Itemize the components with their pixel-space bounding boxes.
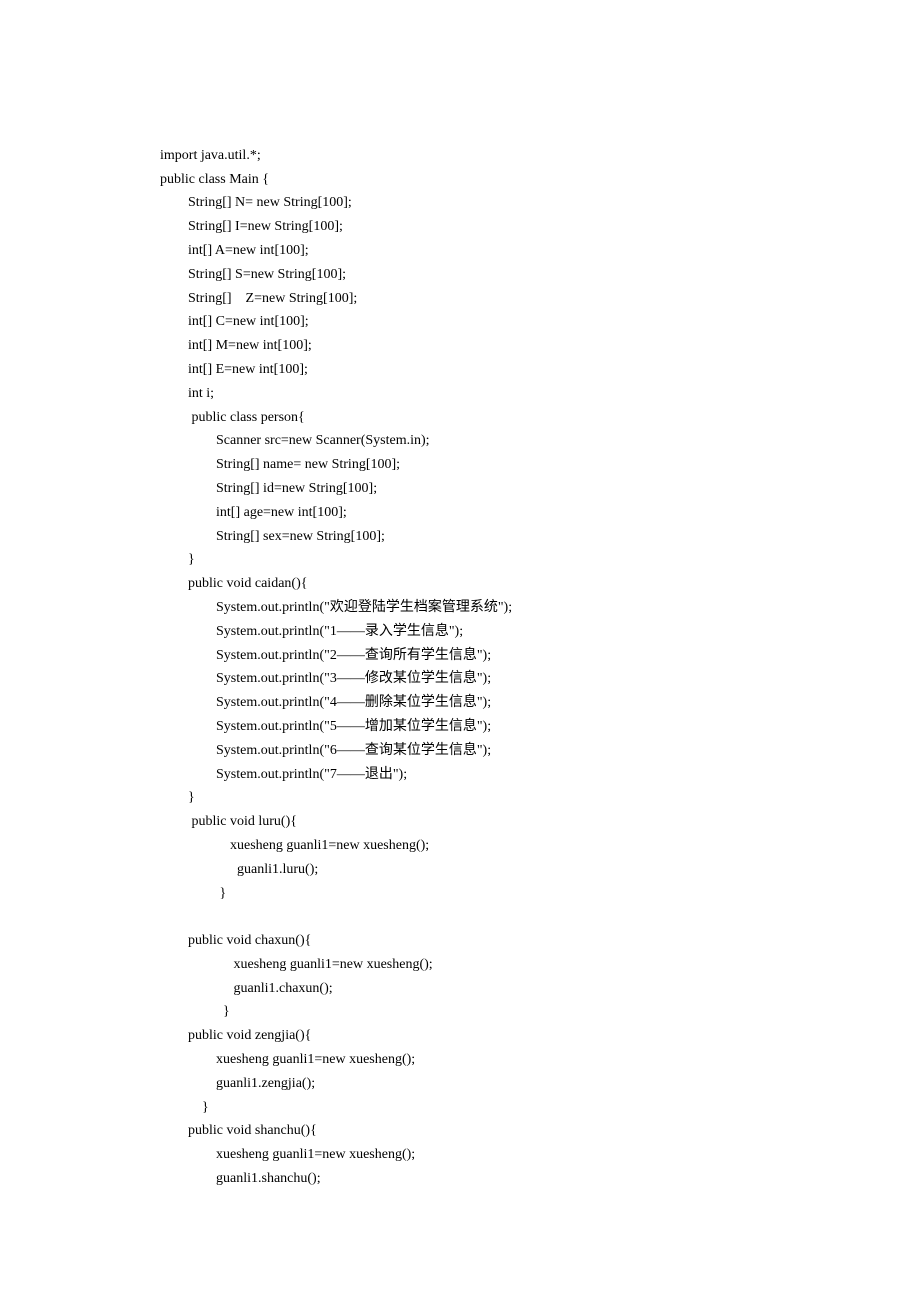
code-document: import java.util.*; public class Main { … bbox=[0, 0, 920, 1302]
code-block: import java.util.*; public class Main { … bbox=[160, 144, 920, 1191]
